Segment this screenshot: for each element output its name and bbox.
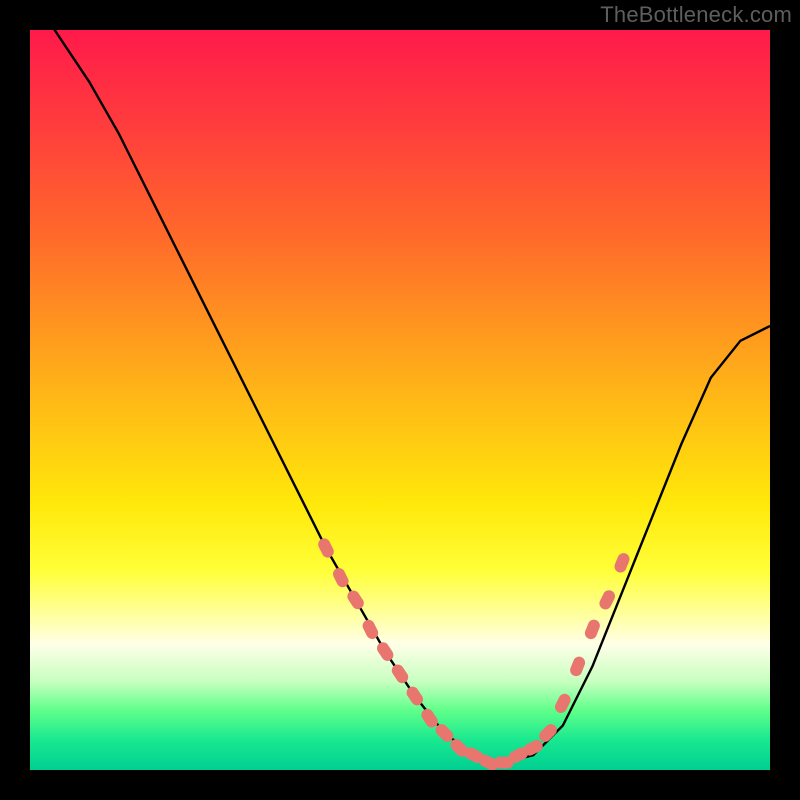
curve-layer — [30, 30, 770, 770]
marker-dot — [568, 655, 587, 678]
highlighted-range — [316, 536, 631, 770]
marker-dot — [345, 588, 366, 611]
watermark-text: TheBottleneck.com — [600, 2, 792, 28]
marker-dot — [537, 722, 560, 745]
marker-dot — [583, 618, 602, 641]
bottleneck-curve — [30, 30, 770, 763]
chart-frame: TheBottleneck.com — [0, 0, 800, 800]
marker-dot — [597, 588, 617, 611]
plot-area — [30, 30, 770, 770]
marker-dot — [389, 662, 410, 685]
marker-dot — [375, 640, 396, 663]
marker-dot — [613, 551, 632, 574]
marker-dot — [316, 536, 336, 559]
